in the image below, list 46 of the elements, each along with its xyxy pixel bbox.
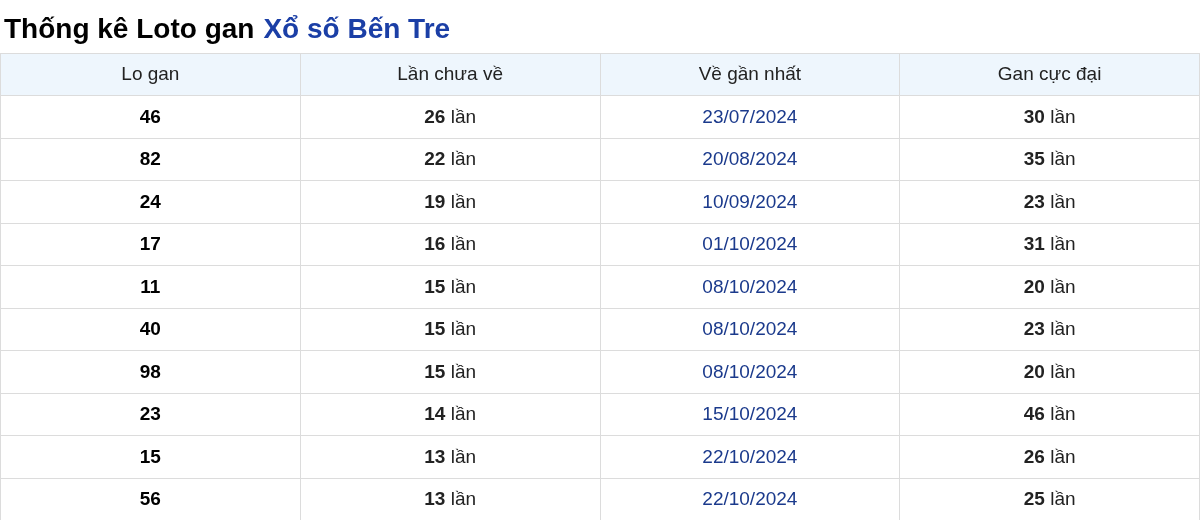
table-cell: 20 lần: [900, 266, 1200, 309]
date-cell: 08/10/2024: [600, 351, 901, 394]
page-title: Thống kê Loto gan: [4, 14, 255, 43]
table-cell: 15 lần: [300, 308, 601, 351]
table-cell: 15: [1, 436, 301, 479]
table-cell: 17: [1, 223, 301, 266]
table-cell: 14 lần: [300, 393, 601, 436]
table-cell: 40: [1, 308, 301, 351]
table-cell: 11: [1, 266, 301, 309]
table-cell: 24: [1, 181, 301, 224]
table-cell: 26 lần: [900, 436, 1200, 479]
table-cell: 46: [1, 96, 301, 139]
column-header: Về gần nhất: [600, 54, 901, 96]
table-cell: 35 lần: [900, 138, 1200, 181]
table-cell: 13 lần: [300, 478, 601, 520]
table-cell: 30 lần: [900, 96, 1200, 139]
table-cell: 56: [1, 478, 301, 520]
table-cell: 16 lần: [300, 223, 601, 266]
lottery-link[interactable]: Xổ số Bến Tre: [263, 14, 451, 43]
table-cell: 31 lần: [900, 223, 1200, 266]
date-cell: 10/09/2024: [600, 181, 901, 224]
table-cell: 13 lần: [300, 436, 601, 479]
date-cell: 22/10/2024: [600, 436, 901, 479]
table-cell: 46 lần: [900, 393, 1200, 436]
date-cell: 01/10/2024: [600, 223, 901, 266]
table-cell: 23: [1, 393, 301, 436]
date-cell: 20/08/2024: [600, 138, 901, 181]
date-cell: 08/10/2024: [600, 308, 901, 351]
date-cell: 15/10/2024: [600, 393, 901, 436]
date-cell: 23/07/2024: [600, 96, 901, 139]
column-header: Lo gan: [1, 54, 301, 96]
table-cell: 15 lần: [300, 351, 601, 394]
table-cell: 22 lần: [300, 138, 601, 181]
table-cell: 23 lần: [900, 308, 1200, 351]
table-cell: 19 lần: [300, 181, 601, 224]
table-cell: 26 lần: [300, 96, 601, 139]
table-cell: 20 lần: [900, 351, 1200, 394]
table-cell: 25 lần: [900, 478, 1200, 520]
date-cell: 08/10/2024: [600, 266, 901, 309]
date-cell: 22/10/2024: [600, 478, 901, 520]
table-cell: 82: [1, 138, 301, 181]
table-cell: 98: [1, 351, 301, 394]
table-cell: 15 lần: [300, 266, 601, 309]
column-header: Gan cực đại: [900, 54, 1200, 96]
table-cell: 23 lần: [900, 181, 1200, 224]
column-header: Lần chưa về: [300, 54, 601, 96]
